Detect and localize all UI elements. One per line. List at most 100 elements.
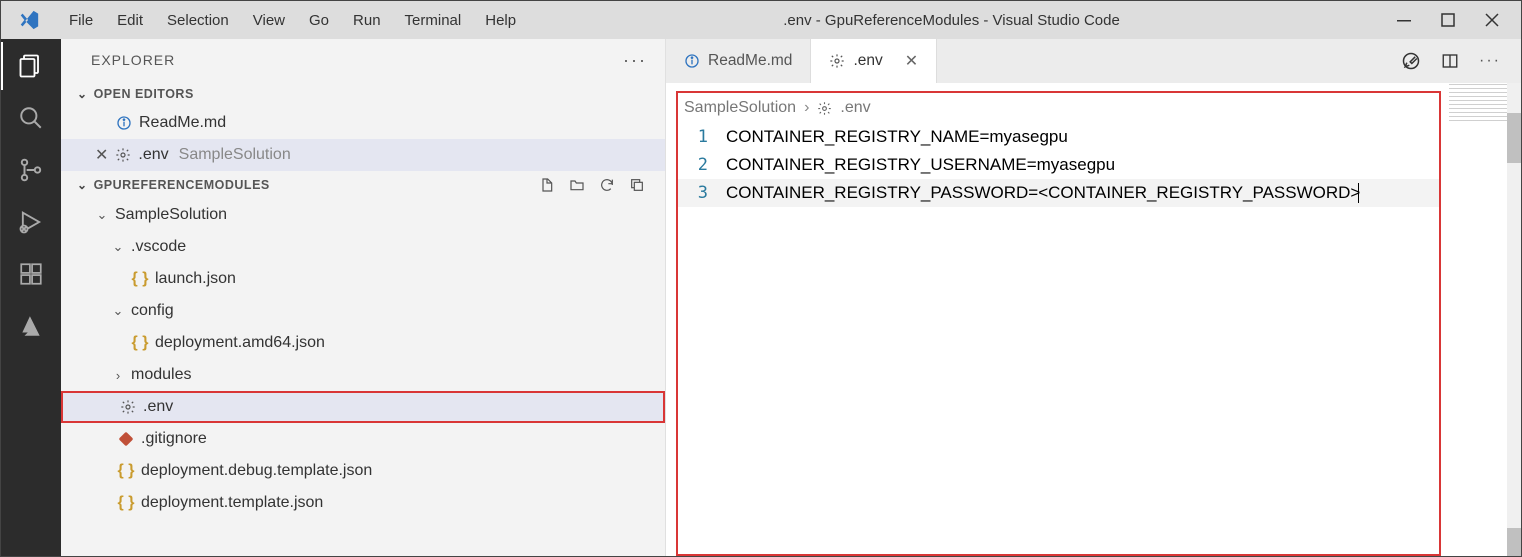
chevron-down-icon: ⌄: [95, 207, 109, 223]
editor-tabs: ReadMe.md .env ✕ ···: [666, 39, 1521, 83]
close-icon[interactable]: ✕: [905, 51, 918, 71]
tab-env[interactable]: .env ✕: [811, 39, 937, 83]
gear-icon: [114, 147, 132, 163]
tree-label: deployment.template.json: [141, 494, 323, 512]
tab-label: ReadMe.md: [708, 52, 792, 70]
window-title: .env - GpuReferenceModules - Visual Stud…: [528, 12, 1375, 29]
json-icon: { }: [117, 494, 135, 512]
open-editor-label: ReadMe.md: [139, 114, 226, 132]
open-editors-label: OPEN EDITORS: [94, 87, 194, 101]
tree-folder-vscode[interactable]: ⌄ .vscode: [61, 231, 665, 263]
menu-selection[interactable]: Selection: [155, 12, 241, 29]
minimap[interactable]: [1449, 84, 1509, 124]
tree-label: SampleSolution: [115, 206, 227, 224]
code-area[interactable]: 1 CONTAINER_REGISTRY_NAME=myasegpu 2 CON…: [678, 123, 1439, 207]
title-bar: File Edit Selection View Go Run Terminal…: [1, 1, 1521, 39]
collapse-all-icon[interactable]: [629, 177, 645, 193]
json-icon: { }: [131, 270, 149, 288]
source-control-icon[interactable]: [16, 155, 46, 185]
more-icon[interactable]: ···: [1479, 52, 1501, 70]
tab-readme[interactable]: ReadMe.md: [666, 39, 811, 83]
extensions-icon[interactable]: [16, 259, 46, 289]
editor-area: ReadMe.md .env ✕ ··· SampleSolution › .e…: [666, 39, 1521, 556]
tree-label: .gitignore: [141, 430, 207, 448]
open-editors-section[interactable]: ⌄ OPEN EDITORS: [61, 81, 665, 107]
explorer-icon[interactable]: [16, 51, 46, 81]
line-number: 1: [678, 127, 726, 147]
refresh-icon[interactable]: [599, 177, 615, 193]
editor-body: SampleSolution › .env 1 CONTAINER_REGIST…: [676, 91, 1441, 556]
line-number: 2: [678, 155, 726, 175]
close-button[interactable]: [1485, 13, 1499, 27]
tree-file-deploy-amd[interactable]: { } deployment.amd64.json: [61, 327, 665, 359]
minimize-button[interactable]: [1397, 13, 1411, 27]
vscode-logo: [1, 9, 57, 31]
chevron-down-icon: ⌄: [111, 303, 125, 319]
line-number: 3: [678, 183, 726, 203]
tree-label: deployment.amd64.json: [155, 334, 325, 352]
tree-label: launch.json: [155, 270, 236, 288]
code-line: CONTAINER_REGISTRY_NAME=myasegpu: [726, 127, 1068, 147]
sidebar-more-icon[interactable]: ···: [623, 50, 647, 71]
open-editor-label: .env: [138, 146, 168, 164]
gitignore-icon: [117, 432, 135, 446]
tree-label: .vscode: [131, 238, 186, 256]
tree-folder-modules[interactable]: › modules: [61, 359, 665, 391]
chevron-right-icon: ›: [804, 99, 809, 117]
breadcrumb[interactable]: SampleSolution › .env: [678, 93, 1439, 123]
tree-folder-samplesolution[interactable]: ⌄ SampleSolution: [61, 199, 665, 231]
info-icon: [684, 53, 700, 69]
menu-edit[interactable]: Edit: [105, 12, 155, 29]
tree-file-gitignore[interactable]: .gitignore: [61, 423, 665, 455]
open-editor-readme[interactable]: ReadMe.md: [61, 107, 665, 139]
vertical-scrollbar[interactable]: [1507, 83, 1521, 556]
json-icon: { }: [117, 462, 135, 480]
menu-terminal[interactable]: Terminal: [393, 12, 474, 29]
tree-folder-config[interactable]: ⌄ config: [61, 295, 665, 327]
gear-icon: [817, 101, 832, 116]
tree-file-env[interactable]: .env: [61, 391, 665, 423]
tree-file-launch[interactable]: { } launch.json: [61, 263, 665, 295]
open-editor-detail: SampleSolution: [179, 146, 291, 164]
text-cursor: [1358, 183, 1359, 203]
tree-label: modules: [131, 366, 191, 384]
run-icon[interactable]: [1401, 51, 1421, 71]
menu-run[interactable]: Run: [341, 12, 393, 29]
chevron-down-icon: ⌄: [77, 87, 88, 101]
explorer-sidebar: EXPLORER ··· ⌄ OPEN EDITORS ReadMe.md ✕ …: [61, 39, 666, 556]
code-line: CONTAINER_REGISTRY_USERNAME=myasegpu: [726, 155, 1115, 175]
chevron-down-icon: ⌄: [111, 239, 125, 255]
info-icon: [115, 115, 133, 131]
file-tree: ⌄ SampleSolution ⌄ .vscode { } launch.js…: [61, 199, 665, 519]
menu-go[interactable]: Go: [297, 12, 341, 29]
scrollbar-thumb[interactable]: [1507, 528, 1521, 556]
menu-file[interactable]: File: [57, 12, 105, 29]
project-section[interactable]: ⌄ GPUREFERENCEMODULES: [61, 171, 665, 199]
menu-help[interactable]: Help: [473, 12, 528, 29]
maximize-button[interactable]: [1441, 13, 1455, 27]
run-debug-icon[interactable]: [16, 207, 46, 237]
scrollbar-thumb[interactable]: [1507, 113, 1521, 163]
tree-label: .env: [143, 398, 173, 416]
menu-bar: File Edit Selection View Go Run Terminal…: [57, 12, 528, 29]
tab-label: .env: [853, 52, 882, 70]
window-controls: [1375, 13, 1521, 27]
azure-icon[interactable]: [16, 311, 46, 341]
json-icon: { }: [131, 334, 149, 352]
gear-icon: [829, 53, 845, 69]
new-file-icon[interactable]: [539, 177, 555, 193]
breadcrumb-file[interactable]: .env: [840, 99, 870, 117]
code-line: CONTAINER_REGISTRY_PASSWORD=<CONTAINER_R…: [726, 183, 1360, 203]
tree-file-deploy-debug[interactable]: { } deployment.debug.template.json: [61, 455, 665, 487]
breadcrumb-parent[interactable]: SampleSolution: [684, 99, 796, 117]
search-icon[interactable]: [16, 103, 46, 133]
chevron-right-icon: ›: [111, 368, 125, 383]
split-editor-icon[interactable]: [1441, 52, 1459, 70]
close-icon[interactable]: ✕: [95, 145, 108, 165]
new-folder-icon[interactable]: [569, 177, 585, 193]
menu-view[interactable]: View: [241, 12, 297, 29]
open-editor-env[interactable]: ✕ .env SampleSolution: [61, 139, 665, 171]
tree-label: deployment.debug.template.json: [141, 462, 372, 480]
tree-file-deploy-tpl[interactable]: { } deployment.template.json: [61, 487, 665, 519]
gear-icon: [119, 399, 137, 415]
